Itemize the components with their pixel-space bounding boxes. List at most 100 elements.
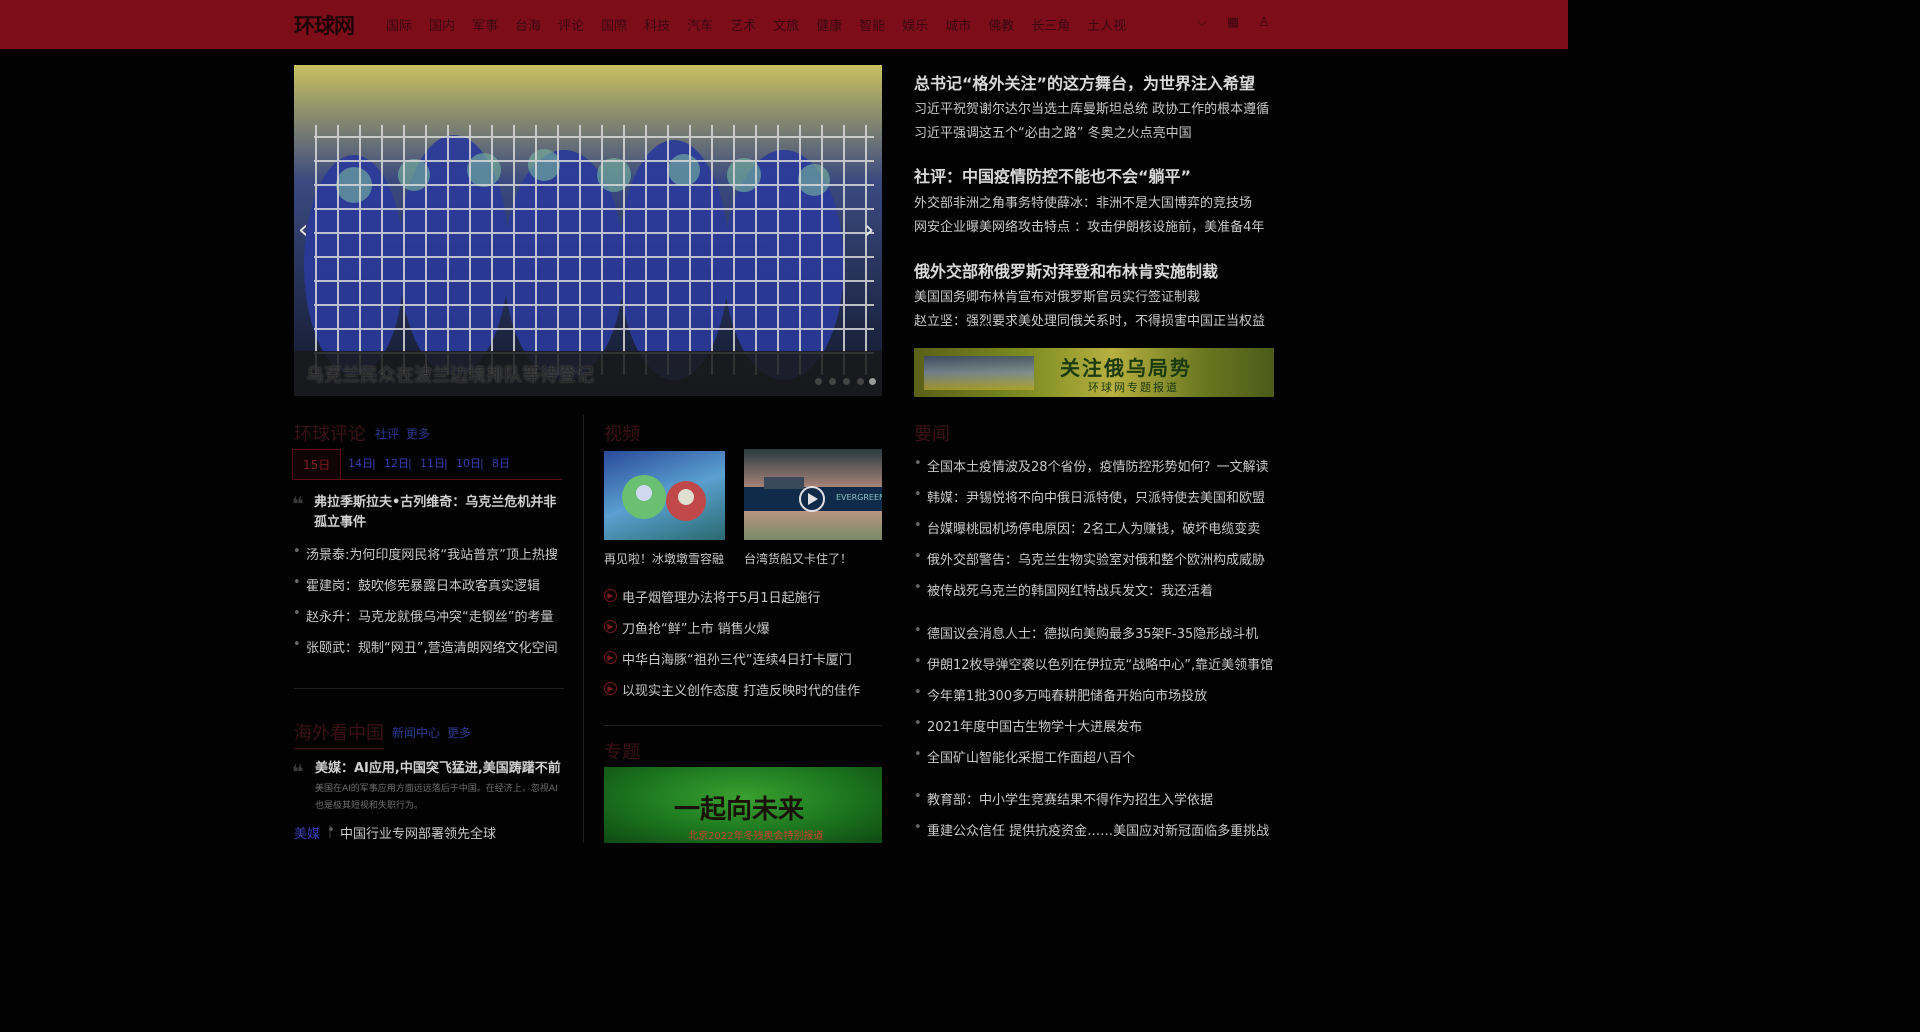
carousel-prev-icon[interactable]: ‹: [298, 216, 308, 244]
divider: [604, 725, 882, 726]
overseas-title[interactable]: 海外看中国: [294, 719, 384, 745]
nav-item[interactable]: 智能: [859, 15, 885, 34]
video-caption[interactable]: 再见啦！冰墩墩雪容融: [604, 550, 724, 567]
news-list-item[interactable]: 俄外交部警告：乌克兰生物实验室对俄和整个欧洲构成威胁: [914, 549, 1265, 568]
commentary-title[interactable]: 环球评论: [294, 420, 366, 446]
nav-item[interactable]: 国际: [386, 15, 412, 34]
carousel-dot[interactable]: [815, 378, 822, 385]
divider: [294, 688, 564, 689]
news-list-item[interactable]: 重建公众信任 提供抗疫资金……美国应对新冠面临多重挑战: [914, 820, 1269, 839]
carousel-image: [294, 65, 882, 396]
overseas-link-more[interactable]: 更多: [447, 724, 471, 741]
carousel-caption[interactable]: 乌克兰民众在波兰边境排队等待登记: [306, 361, 594, 387]
nav-item[interactable]: 科技: [644, 15, 670, 34]
nav-item[interactable]: 佛教: [988, 15, 1014, 34]
topic-title[interactable]: 专题: [604, 738, 640, 764]
banner-title: 关注俄乌局势: [1060, 356, 1192, 380]
date-tab[interactable]: 8日: [492, 449, 510, 479]
news-list-item[interactable]: 伊朗12枚导弹空袭以色列在伊拉克“战略中心”,靠近美领事馆: [914, 654, 1273, 673]
nav-item[interactable]: 汽车: [687, 15, 713, 34]
list-item[interactable]: 张颐武：规制“网丑”,营造清朗网络文化空间: [293, 637, 558, 656]
news-list-item[interactable]: 德国议会消息人士：德拟向美购最多35架F-35隐形战斗机: [914, 623, 1258, 642]
headline-title[interactable]: 总书记“格外关注”的这方舞台，为世界注入希望: [914, 70, 1255, 94]
topic-banner-title: 一起向未来: [674, 795, 805, 825]
overseas-link-newscenter[interactable]: 新闻中心: [392, 724, 440, 741]
photo-carousel[interactable]: 乌克兰民众在波兰边境排队等待登记: [294, 65, 882, 396]
news-list-item[interactable]: 台媒曝桃园机场停电原因：2名工人为赚钱，破坏电缆变卖: [914, 518, 1260, 537]
play-icon: ▶: [604, 620, 617, 633]
headline-title[interactable]: 俄外交部称俄罗斯对拜登和布林肯实施制裁: [914, 258, 1218, 282]
video-list-item[interactable]: ▶ 以现实主义创作态度 打造反映时代的佳作: [604, 680, 860, 699]
overseas-tag[interactable]: 美媒: [294, 823, 320, 842]
headline-sub[interactable]: 习近平祝贺谢尔达尔当选土库曼斯坦总统 政协工作的根本遵循: [914, 98, 1269, 117]
video-list-item[interactable]: ▶ 电子烟管理办法将于5月1日起施行: [604, 587, 821, 606]
nav-item[interactable]: 评论: [558, 15, 584, 34]
video-caption[interactable]: 台湾货船又卡住了！: [744, 550, 852, 567]
play-icon: ▶: [604, 682, 617, 695]
paralympics-topic-banner[interactable]: 一起向未来 北京2022年冬残奥会特别报道: [604, 767, 882, 843]
news-list-item[interactable]: 全国矿山智能化采掘工作面超八百个: [914, 747, 1135, 766]
headline-sub[interactable]: 网安企业曝美网络攻击特点 ：攻击伊朗核设施前，美准备4年: [914, 216, 1264, 235]
date-tab[interactable]: 12日: [384, 449, 409, 479]
news-list-item[interactable]: 教育部：中小学生竞赛结果不得作为招生入学依据: [914, 789, 1213, 808]
commentary-link-editorial[interactable]: 社评: [375, 425, 399, 442]
mascot-graphic: [622, 475, 706, 521]
nav-item[interactable]: 国内: [429, 15, 455, 34]
list-item[interactable]: 汤景泰:为何印度网民将“我站普京”顶上热搜: [293, 544, 558, 563]
nav-item[interactable]: 城市: [945, 15, 971, 34]
nav-item[interactable]: 娱乐: [902, 15, 928, 34]
ship-label: EVERGREEN: [836, 493, 882, 502]
site-logo[interactable]: 环球网: [294, 10, 355, 40]
date-tab[interactable]: 14日: [348, 449, 373, 479]
list-item[interactable]: 中国行业专网部署领先全球: [327, 823, 496, 842]
video-list-item[interactable]: ▶ 中华白海豚“祖孙三代”连续4日打卡厦门: [604, 649, 852, 668]
user-icon[interactable]: ♙: [1257, 16, 1271, 30]
date-tab-active[interactable]: 15日: [292, 449, 342, 479]
date-tab[interactable]: 10日: [456, 449, 481, 479]
nav-item[interactable]: 国際: [601, 15, 627, 34]
news-list-item[interactable]: 被传战死乌克兰的韩国网红特战兵发文：我还活着: [914, 580, 1213, 599]
nav-item[interactable]: 土人视: [1087, 15, 1126, 34]
news-list-item[interactable]: 全国本土疫情波及28个省份，疫情防控形势如何？一文解读: [914, 456, 1269, 475]
nav-item[interactable]: 健康: [816, 15, 842, 34]
nav-item[interactable]: 艺术: [730, 15, 756, 34]
title-underline: [294, 748, 384, 749]
news-title[interactable]: 要闻: [914, 420, 950, 446]
video-list-item[interactable]: ▶ 刀鱼抢“鲜”上市 销售火爆: [604, 618, 770, 637]
headline-sub[interactable]: 美国国务卿布林肯宣布对俄罗斯官员实行签证制裁: [914, 286, 1200, 305]
headline-sub[interactable]: 习近平强调这五个“必由之路” 冬奥之火点亮中国: [914, 122, 1192, 141]
video-thumb[interactable]: EVERGREEN: [744, 449, 882, 540]
headline-title[interactable]: 社评：中国疫情防控不能也不会“躺平”: [914, 163, 1191, 187]
news-list-item[interactable]: 韩媒：尹锡悦将不向中俄日派特使，只派特使去美国和欧盟: [914, 487, 1265, 506]
carousel-dot[interactable]: [857, 378, 864, 385]
ukraine-topic-banner[interactable]: 关注俄乌局势 环球网专题报道: [914, 348, 1274, 397]
overseas-featured[interactable]: 美媒：AI应用,中国突飞猛进,美国踌躇不前: [315, 759, 561, 779]
headline-sub[interactable]: 赵立坚：强烈要求美处理同俄关系时，不得损害中国正当权益: [914, 310, 1265, 329]
nav-item[interactable]: 文旅: [773, 15, 799, 34]
play-icon: ▶: [604, 589, 617, 602]
apps-icon[interactable]: ▦: [1226, 16, 1240, 30]
news-list-item[interactable]: 2021年度中国古生物学十大进展发布: [914, 716, 1142, 735]
video-title[interactable]: 视频: [604, 420, 640, 446]
commentary-link-more[interactable]: 更多: [406, 425, 430, 442]
nav-item[interactable]: 长三角: [1031, 15, 1070, 34]
overseas-summary: 美国在AI的军事应用方面远远落后于中国。在经济上，忽视AI也是极其短视和失职行为…: [315, 784, 558, 811]
nav-item[interactable]: 军事: [472, 15, 498, 34]
video-thumb[interactable]: [604, 451, 725, 540]
commentary-featured[interactable]: 弗拉季斯拉夫•古列维奇：乌克兰危机并非孤立事件: [314, 493, 564, 533]
carousel-dot-active[interactable]: [869, 378, 876, 385]
list-item[interactable]: 赵永升：马克龙就俄乌冲突“走钢丝”的考量: [293, 606, 554, 625]
news-list-item[interactable]: 今年第1批300多万吨春耕肥储备开始向市场投放: [914, 685, 1207, 704]
nav-item[interactable]: 台海: [515, 15, 541, 34]
headline-sub[interactable]: 外交部非洲之角事务特使薛冰：非洲不是大国博弈的竞技场: [914, 192, 1252, 211]
carousel-dot[interactable]: [829, 378, 836, 385]
list-item[interactable]: 霍建岗：鼓吹修宪暴露日本政客真实逻辑: [293, 575, 540, 594]
carousel-dot[interactable]: [843, 378, 850, 385]
play-icon: ▶: [604, 651, 617, 664]
main-nav: 国际 国内 军事 台海 评论 国際 科技 汽车 艺术 文旅 健康 智能 娱乐 城市 佛教 长三角 土人视: [386, 15, 1143, 34]
carousel-next-icon[interactable]: ›: [864, 216, 874, 244]
banner-flag-graphic: [924, 356, 1034, 390]
date-tab[interactable]: 11日: [420, 449, 445, 479]
chevron-down-icon[interactable]: ⌵: [1195, 16, 1209, 30]
top-nav-bar: 环球网 国际 国内 军事 台海 评论 国際 科技 汽车 艺术 文旅 健康 智能 娱乐 城市 佛教 长三角 土人视…: [0, 0, 1568, 49]
